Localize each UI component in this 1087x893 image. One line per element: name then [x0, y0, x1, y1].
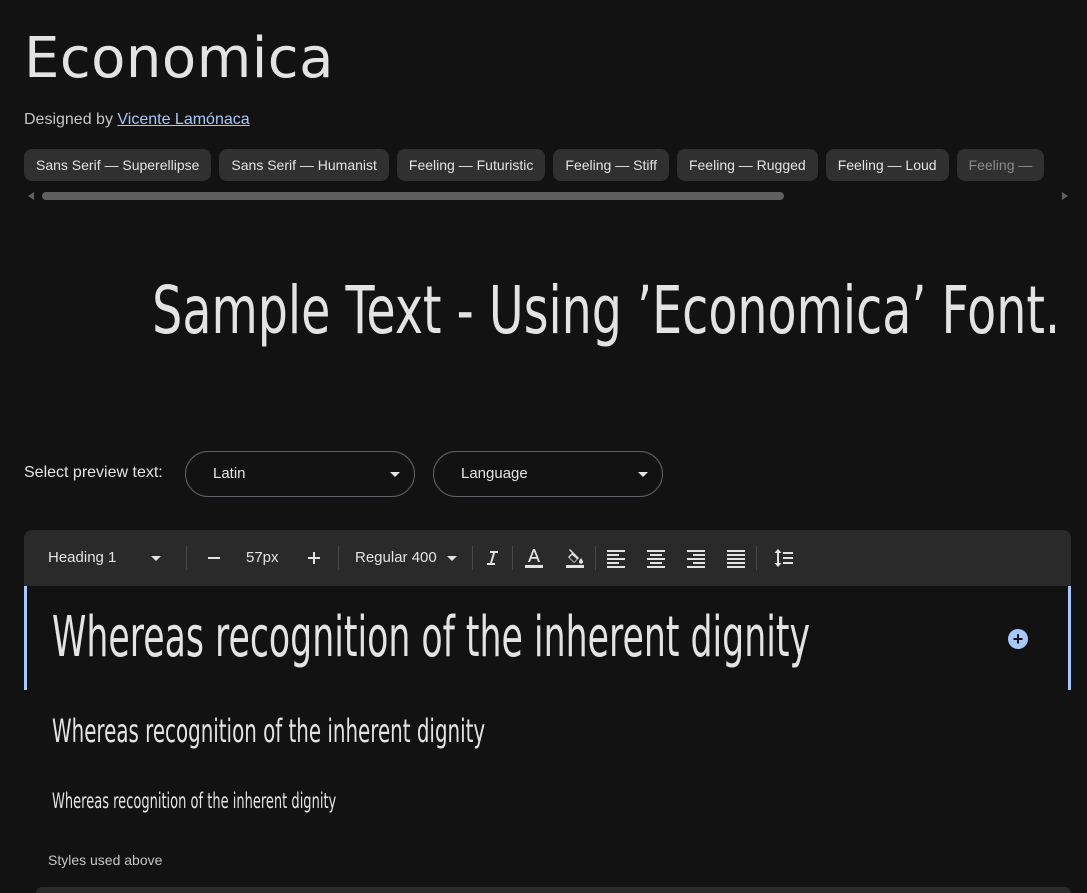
preview-text-label: Select preview text:	[24, 464, 163, 481]
line-spacing-icon[interactable]	[772, 546, 796, 570]
font-weight-value: Regular 400	[355, 549, 437, 566]
align-left-icon[interactable]	[604, 546, 628, 570]
text-style-dropdown[interactable]: Heading 1	[48, 530, 161, 586]
editor-heading-1[interactable]: Whereas recognition of the inherent dign…	[52, 608, 810, 668]
chevron-down-icon	[446, 555, 457, 561]
script-select[interactable]: Latin	[185, 451, 415, 497]
font-size-value[interactable]: 57px	[246, 530, 279, 586]
chevron-down-icon	[638, 472, 648, 477]
editor-area[interactable]: Whereas recognition of the inherent dign…	[24, 586, 1071, 893]
tag-chip[interactable]: Sans Serif — Humanist	[219, 149, 389, 181]
font-title: Economica	[24, 26, 334, 91]
add-style-icon[interactable]: +	[1008, 629, 1028, 649]
designer-link[interactable]: Vicente Lamónaca	[117, 111, 249, 128]
tag-chip[interactable]: Feeling —	[956, 149, 1045, 181]
editor-toolbar: Heading 1 57px Regular 400	[24, 530, 1071, 586]
toolbar-divider	[512, 546, 513, 570]
tags-scrollbar[interactable]	[24, 190, 1072, 202]
tag-chip[interactable]: Feeling — Stiff	[553, 149, 669, 181]
toolbar-divider	[472, 546, 473, 570]
align-center-icon[interactable]	[644, 546, 668, 570]
text-style-value: Heading 1	[48, 549, 117, 566]
toolbar-divider	[756, 546, 757, 570]
toolbar-divider	[595, 546, 596, 570]
tag-chip[interactable]: Feeling — Loud	[825, 149, 949, 181]
tag-chip[interactable]: Feeling — Futuristic	[396, 149, 546, 181]
chevron-down-icon	[150, 555, 161, 561]
text-color-icon[interactable]	[522, 546, 546, 570]
tag-chip[interactable]: Feeling — Rugged	[676, 149, 818, 181]
styles-panel-edge	[36, 887, 1071, 893]
highlight-color-icon[interactable]	[563, 546, 587, 570]
language-select-value: Language	[461, 465, 528, 482]
align-right-icon[interactable]	[684, 546, 708, 570]
tag-chip-list: Sans Serif — Superellipse Sans Serif — Hu…	[24, 149, 1087, 181]
designed-by-label: Designed by	[24, 111, 113, 128]
font-weight-dropdown[interactable]: Regular 400	[355, 530, 457, 586]
toolbar-divider	[186, 546, 187, 570]
editor-heading-2[interactable]: Whereas recognition of the inherent dign…	[52, 712, 485, 750]
styles-used-label: Styles used above	[48, 852, 163, 868]
chevron-down-icon	[390, 472, 400, 477]
sample-text: Sample Text - Using ’Economica’ Font.	[152, 272, 1061, 349]
align-justify-icon[interactable]	[724, 546, 748, 570]
toolbar-divider	[338, 546, 339, 570]
language-select[interactable]: Language	[433, 451, 663, 497]
increase-size-icon[interactable]	[302, 546, 326, 570]
italic-icon[interactable]	[480, 546, 504, 570]
tag-chip[interactable]: Sans Serif — Superellipse	[24, 149, 212, 181]
scroll-right-arrow-icon[interactable]	[1062, 192, 1068, 200]
decrease-size-icon[interactable]	[202, 546, 226, 570]
editor-heading-3[interactable]: Whereas recognition of the inherent dign…	[52, 789, 336, 813]
scroll-left-arrow-icon[interactable]	[28, 192, 34, 200]
designer-line: Designed by Vicente Lamónaca	[24, 111, 250, 129]
script-select-value: Latin	[213, 465, 246, 482]
scroll-thumb[interactable]	[42, 192, 784, 200]
